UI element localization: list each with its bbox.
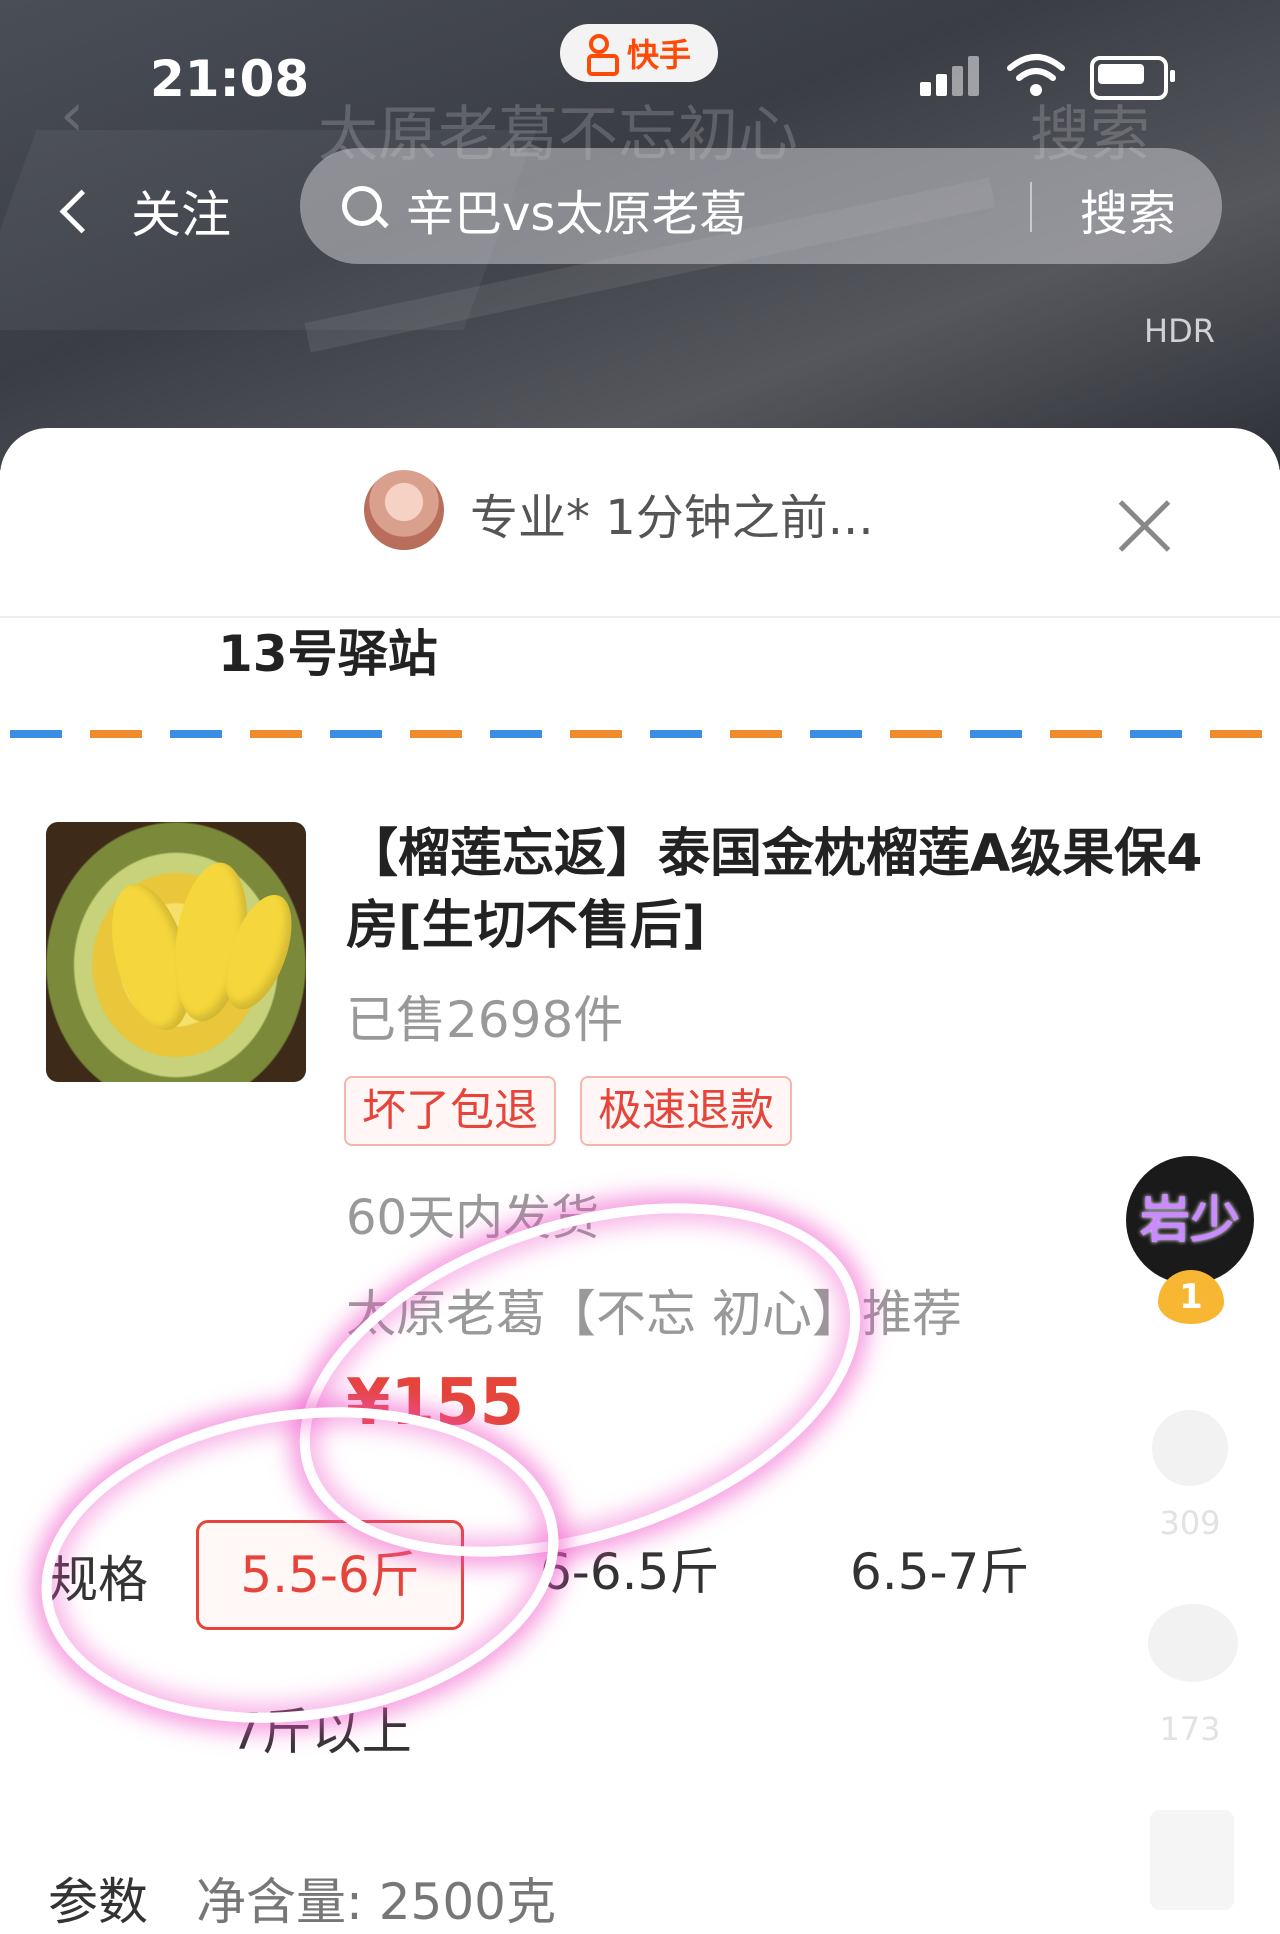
ghost-back-icon: ‹ xyxy=(60,80,84,150)
back-follow-button[interactable]: 关注 xyxy=(56,175,231,247)
divider xyxy=(0,616,1280,618)
product-image[interactable] xyxy=(46,822,306,1082)
heart-icon[interactable] xyxy=(1152,1410,1228,1486)
streamer-avatar[interactable]: 岩少 xyxy=(1126,1156,1254,1284)
search-icon xyxy=(342,186,382,226)
status-time: 21:08 xyxy=(150,50,310,108)
close-icon[interactable] xyxy=(1114,496,1174,556)
like-count: 309 xyxy=(1159,1504,1221,1542)
product-title[interactable]: 【榴莲忘返】泰国金枕榴莲A级果保4房[生切不售后] xyxy=(346,818,1226,962)
comment-count: 173 xyxy=(1159,1710,1221,1748)
avatar[interactable] xyxy=(364,470,444,550)
params-value: 净含量: 2500克 xyxy=(196,1873,556,1931)
wifi-icon xyxy=(1007,54,1065,96)
app-badge-label: 快手 xyxy=(626,36,691,74)
sheet-header-text: 专业* 1分钟之前... xyxy=(470,490,874,546)
comment-icon[interactable] xyxy=(1148,1604,1238,1682)
app-badge[interactable]: 快手 xyxy=(560,24,718,82)
spec-option[interactable]: 6.5-7斤 xyxy=(850,1520,1029,1624)
search-input[interactable]: 辛巴vs太原老葛 xyxy=(406,174,747,244)
tag-fast-refund: 极速退款 xyxy=(580,1076,792,1146)
params-label: 参数 xyxy=(48,1873,148,1931)
tag-refund-if-bad: 坏了包退 xyxy=(344,1076,556,1146)
kuaishou-logo-icon xyxy=(586,34,621,76)
search-divider xyxy=(1030,182,1032,232)
station-name: 13号驿站 xyxy=(218,625,438,683)
search-bar[interactable]: 辛巴vs太原老葛 搜索 xyxy=(300,148,1222,264)
chevron-left-icon xyxy=(59,189,104,233)
signal-icon xyxy=(920,56,992,96)
envelope-border xyxy=(10,730,1270,738)
sold-count: 已售2698件 xyxy=(346,991,624,1049)
back-label: 关注 xyxy=(131,186,231,244)
battery-icon xyxy=(1090,56,1175,100)
search-button[interactable]: 搜索 xyxy=(1080,174,1176,244)
share-icon[interactable] xyxy=(1150,1810,1234,1910)
hdr-label: HDR xyxy=(1144,312,1215,350)
